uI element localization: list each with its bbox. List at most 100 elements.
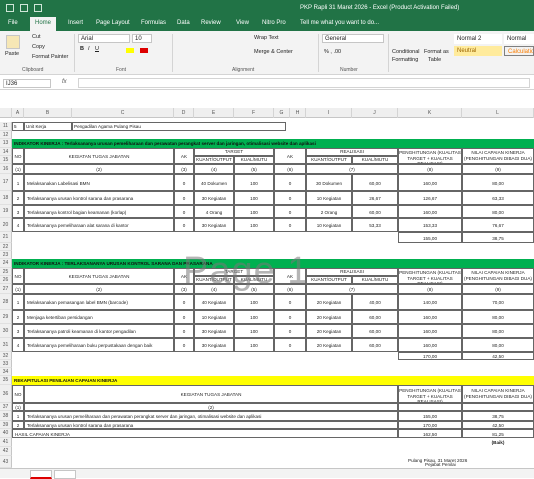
row-number[interactable]: 12 — [0, 131, 12, 139]
table-cell[interactable]: 53,33 — [352, 218, 398, 232]
table-cell[interactable]: 0 — [174, 310, 194, 324]
column-header[interactable]: D — [174, 108, 194, 118]
table-cell[interactable]: 0 — [274, 310, 306, 324]
table-cell[interactable]: 20 Kegiatan — [306, 324, 352, 338]
style-normal2[interactable]: Normal 2 — [454, 34, 502, 44]
style-neutral[interactable]: Neutral — [454, 46, 502, 56]
table-cell[interactable]: 0 — [274, 338, 306, 352]
row-number[interactable]: 41 — [0, 438, 12, 447]
table-cell[interactable]: Terlaksananya kontrol bagian keamanan (k… — [24, 205, 174, 218]
table-cell[interactable]: 126,67 — [398, 191, 462, 205]
table-cell[interactable]: 80,00 — [462, 174, 534, 191]
currency-button[interactable]: % , .00 — [324, 49, 341, 55]
table-cell[interactable]: Terlaksananya pemeliharaan alat sarana d… — [24, 218, 174, 232]
row-number[interactable]: 24 — [0, 259, 12, 268]
table-cell[interactable]: 70,00 — [462, 294, 534, 310]
table-cell[interactable]: 60,00 — [352, 338, 398, 352]
tab-view[interactable]: View — [236, 20, 249, 26]
merge-center-button[interactable]: Merge & Center — [254, 49, 293, 55]
table-cell[interactable]: 4 — [12, 218, 24, 232]
formula-input[interactable] — [78, 78, 530, 88]
table-cell[interactable]: 0 — [174, 218, 194, 232]
row-number[interactable]: 38 — [0, 411, 12, 421]
row-number[interactable]: 35 — [0, 376, 12, 385]
number-format-select[interactable]: General — [322, 34, 384, 43]
row-number[interactable]: 30 — [0, 324, 12, 338]
font-size-select[interactable]: 10 — [132, 34, 152, 43]
table-cell[interactable]: 160,00 — [398, 338, 462, 352]
table-cell[interactable]: 0 — [274, 205, 306, 218]
row-number[interactable]: 40 — [0, 429, 12, 438]
table-cell[interactable]: 0 — [274, 174, 306, 191]
table-cell[interactable]: Terlaksananya pemeliharaan buku perpusta… — [24, 338, 174, 352]
table-cell[interactable]: 100 — [234, 310, 274, 324]
row-number[interactable]: 11 — [0, 122, 12, 131]
underline-button[interactable]: U — [95, 46, 99, 52]
table-cell[interactable]: 60,00 — [352, 174, 398, 191]
worksheet-grid[interactable]: 11 12 13 14 15 16 17 18 19 20 21 22 23 2… — [0, 118, 534, 468]
table-cell[interactable]: 4 — [12, 338, 24, 352]
undo-icon[interactable] — [20, 4, 28, 12]
tab-nitro-pro[interactable]: Nitro Pro — [262, 20, 286, 26]
conditional-formatting-button[interactable]: Conditional — [392, 49, 420, 55]
table-cell[interactable]: 100 — [234, 294, 274, 310]
tab-home[interactable]: Home — [30, 17, 57, 31]
table-cell[interactable]: 80,00 — [462, 338, 534, 352]
row-number[interactable]: 26 — [0, 276, 12, 284]
table-cell[interactable]: Menjaga ketertiban persidangan — [24, 310, 174, 324]
table-cell[interactable]: 100 — [234, 205, 274, 218]
table-cell[interactable]: 1 — [12, 174, 24, 191]
column-header[interactable]: B — [24, 108, 72, 118]
row-number[interactable]: 42 — [0, 447, 12, 456]
table-cell[interactable]: 2 — [12, 191, 24, 205]
table-cell[interactable]: Melaksanakan Labelisasi BMN — [24, 174, 174, 191]
fx-icon[interactable]: fx — [62, 79, 67, 85]
table-cell[interactable]: 30 Kegiatan — [194, 338, 234, 352]
table-cell[interactable]: 63,33 — [462, 191, 534, 205]
table-cell[interactable]: 153,33 — [398, 218, 462, 232]
table-cell[interactable]: 40,00 — [352, 294, 398, 310]
table-cell[interactable]: 80,00 — [462, 324, 534, 338]
wrap-text-button[interactable]: Wrap Text — [254, 35, 279, 41]
table-cell[interactable]: 100 — [234, 338, 274, 352]
table-cell[interactable]: 60,00 — [352, 205, 398, 218]
table-cell[interactable]: 0 — [274, 191, 306, 205]
section-header[interactable]: REKAPITULASI PENILAIAN CAPAIAN KINERJA — [12, 376, 534, 385]
table-cell[interactable]: 0 — [174, 191, 194, 205]
table-cell[interactable]: 20 Kegiatan — [306, 294, 352, 310]
table-cell[interactable]: 1 — [12, 294, 24, 310]
row-number[interactable]: 33 — [0, 360, 12, 368]
tab-review[interactable]: Review — [201, 20, 221, 26]
section-header[interactable]: INDIKATOR KINERJA : Terlaksananya urusan… — [12, 139, 534, 148]
row-number[interactable]: 17 — [0, 174, 12, 191]
column-header[interactable]: C — [72, 108, 174, 118]
table-cell[interactable]: 40 Dokumen — [194, 174, 234, 191]
table-cell[interactable]: 160,00 — [398, 324, 462, 338]
table-cell[interactable]: 0 — [174, 205, 194, 218]
font-color-icon[interactable] — [140, 48, 148, 53]
tab-formulas[interactable]: Formulas — [141, 20, 166, 26]
row-number[interactable]: 13 — [0, 139, 12, 148]
table-cell[interactable]: 80,00 — [462, 310, 534, 324]
table-cell[interactable]: 100 — [234, 191, 274, 205]
column-header[interactable]: J — [352, 108, 398, 118]
table-cell[interactable]: 10 Kegiatan — [306, 218, 352, 232]
table-cell[interactable]: 20 Kegiatan — [306, 310, 352, 324]
row-number[interactable]: 43 — [0, 456, 12, 468]
row-number[interactable]: 31 — [0, 338, 12, 352]
row-number[interactable]: 27 — [0, 284, 12, 294]
table-cell[interactable]: 2 Orang — [306, 205, 352, 218]
table-cell[interactable]: 100 — [234, 324, 274, 338]
table-cell[interactable]: 2 — [12, 310, 24, 324]
style-normal[interactable]: Normal — [504, 34, 534, 44]
row-number[interactable]: 22 — [0, 243, 12, 251]
tab-file[interactable]: File — [8, 20, 18, 26]
table-cell[interactable]: 0 — [274, 294, 306, 310]
row-number[interactable]: 32 — [0, 352, 12, 360]
row-number[interactable]: 25 — [0, 268, 12, 276]
style-calculation[interactable]: Calculatio — [504, 46, 534, 56]
row-number[interactable]: 14 — [0, 148, 12, 156]
table-cell[interactable]: 80,00 — [462, 205, 534, 218]
tab-page-layout[interactable]: Page Layout — [96, 20, 130, 26]
row-number[interactable]: 18 — [0, 191, 12, 205]
